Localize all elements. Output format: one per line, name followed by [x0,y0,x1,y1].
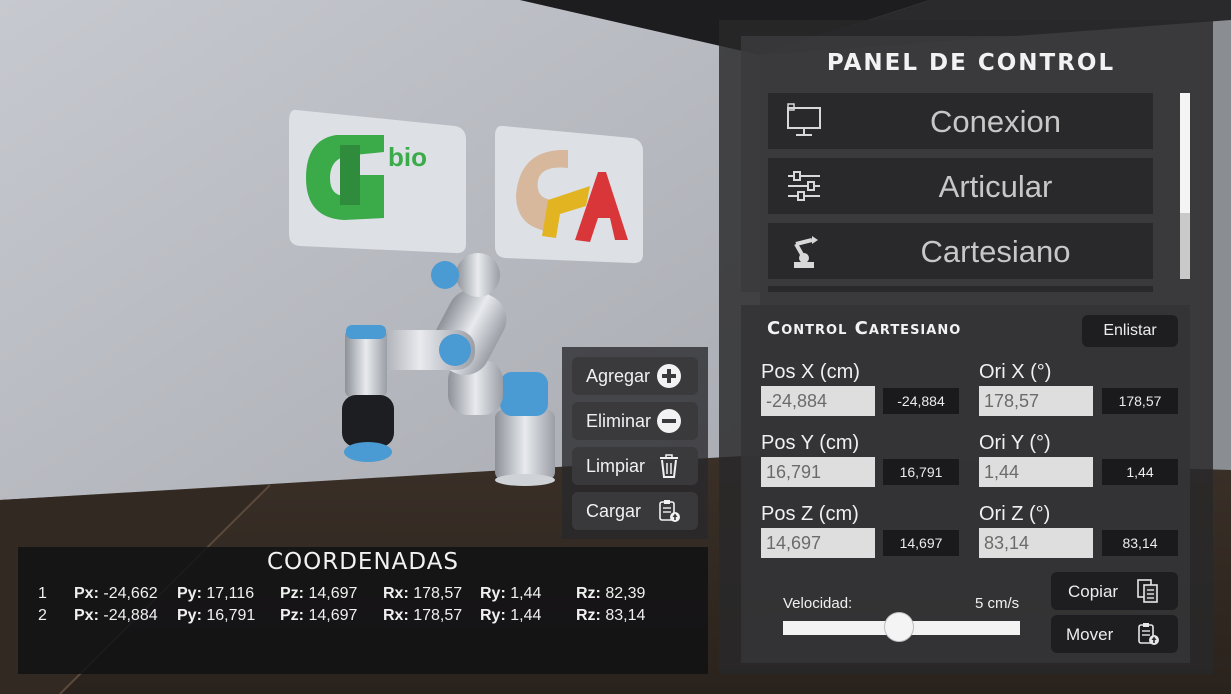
py-value: 16,791 [206,607,256,624]
menu-item-label: Articular [938,169,1053,204]
minus-circle-icon [657,409,681,433]
rz-value: 82,39 [605,585,646,602]
px-key: Px: [74,585,99,602]
pz-key: Pz: [280,585,304,602]
speed-slider-handle[interactable] [884,612,915,642]
px-value: -24,884 [103,607,158,624]
scrollbar-thumb[interactable] [1180,93,1190,213]
rz-value: 83,14 [605,607,646,624]
pos-z-readout: 14,697 [883,530,959,556]
ry-value: 1,44 [510,585,542,602]
ori-y-input[interactable] [979,457,1093,487]
clipboard-upload-icon [659,500,680,522]
ori-y-readout: 1,44 [1102,459,1178,485]
ry-key: Ry: [480,585,506,602]
menu-item-cartesiano[interactable]: Cartesiano [768,223,1153,279]
monitor-icon [787,103,821,136]
limpiar-label: Limpiar [586,456,646,476]
agregar-button[interactable]: Agregar [572,357,698,395]
rx-key: Rx: [383,607,409,624]
menu-item-articular[interactable]: Articular [768,158,1153,214]
menu-scrollbar[interactable] [1180,93,1190,279]
speed-label: Velocidad: [783,595,853,612]
rx-value: 178,57 [413,607,463,624]
ori-z-readout: 83,14 [1102,530,1178,556]
pz-value: 14,697 [308,607,358,624]
speed-value: 5 cm/s [975,595,1020,612]
py-key: Py: [177,585,202,602]
enlistar-button[interactable]: Enlistar [1082,315,1178,347]
plus-circle-icon [657,364,681,388]
trash-icon [660,454,678,478]
rx-value: 178,57 [413,585,463,602]
pos-y-label: Pos Y (cm) [761,432,860,454]
gbio-logo: bio [289,109,466,254]
cargar-button[interactable]: Cargar [572,492,698,530]
limpiar-button[interactable]: Limpiar [572,447,698,485]
menu-item-label: Conexion [930,104,1061,139]
ori-x-label: Ori X (°) [979,361,1052,383]
copy-icon [1137,579,1158,603]
panel-title: PANEL DE CONTROL [826,50,1116,76]
menu-item-label: Cartesiano [920,234,1071,269]
pz-key: Pz: [280,607,304,624]
eliminar-button[interactable]: Eliminar [572,402,698,440]
row-number: 2 [38,607,47,624]
menu-item-partial [768,286,1153,292]
ori-x-readout: 178,57 [1102,388,1178,414]
row-number: 1 [38,585,47,602]
menu-item-conexion[interactable]: Conexion [768,93,1153,149]
copiar-label: Copiar [1068,582,1119,601]
cartesian-title: Control Cartesiano [767,318,962,339]
mover-label: Mover [1066,625,1114,644]
ga-logo [495,125,643,264]
rz-key: Rz: [576,607,601,624]
pz-value: 14,697 [308,585,358,602]
pos-x-readout: -24,884 [883,388,959,414]
py-key: Py: [177,607,202,624]
ori-x-input[interactable] [979,386,1093,416]
agregar-label: Agregar [586,366,651,386]
ry-value: 1,44 [510,607,542,624]
py-value: 17,116 [206,585,255,602]
svg-text:bio: bio [388,142,427,172]
pos-z-label: Pos Z (cm) [761,503,859,525]
px-key: Px: [74,607,99,624]
sliders-icon [788,171,820,201]
pos-y-input[interactable] [761,457,875,487]
copiar-button[interactable]: Copiar [1051,572,1178,610]
mover-button[interactable]: Mover [1051,615,1178,653]
pos-z-input[interactable] [761,528,875,558]
robot-arm-icon [794,236,818,268]
ori-z-input[interactable] [979,528,1093,558]
eliminar-label: Eliminar [586,411,652,431]
ry-key: Ry: [480,607,506,624]
ori-z-label: Ori Z (°) [979,503,1051,525]
px-value: -24,662 [103,585,158,602]
pos-x-label: Pos X (cm) [761,361,860,383]
clipboard-upload-icon [1138,623,1159,645]
pos-y-readout: 16,791 [883,459,959,485]
ori-y-label: Ori Y (°) [979,432,1051,454]
pos-x-input[interactable] [761,386,875,416]
rz-key: Rz: [576,585,601,602]
cargar-label: Cargar [586,501,642,521]
coordinates-title: COORDENADAS [266,549,460,575]
rx-key: Rx: [383,585,409,602]
